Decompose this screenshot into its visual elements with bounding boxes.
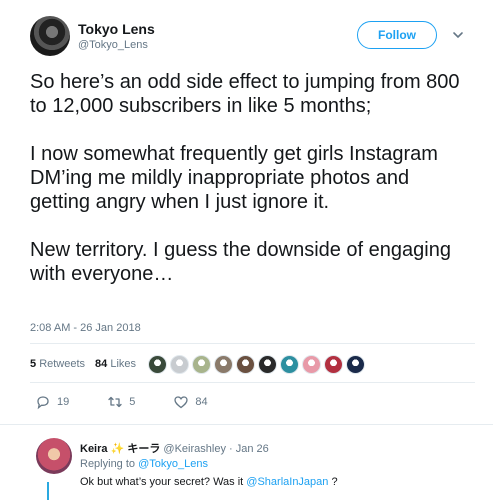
thread-line xyxy=(47,482,49,500)
retweet-icon xyxy=(108,396,122,408)
liker-avatar[interactable] xyxy=(214,355,233,374)
retweets-count: 5 xyxy=(30,358,37,370)
retweets-stat[interactable]: 5 Retweets xyxy=(30,358,85,370)
follow-button[interactable]: Follow xyxy=(357,21,437,49)
reply-count: 19 xyxy=(57,396,70,408)
liker-avatar[interactable] xyxy=(148,355,167,374)
replying-to: Replying to @Tokyo_Lens xyxy=(80,458,208,470)
chevron-down-icon[interactable] xyxy=(452,29,464,41)
tweet-paragraph: New territory. I guess the downside of e… xyxy=(30,239,451,285)
replying-to-label: Replying to xyxy=(80,458,136,470)
liker-avatar[interactable] xyxy=(280,355,299,374)
author-avatar[interactable] xyxy=(30,16,70,56)
tweet-timestamp[interactable]: 2:08 AM - 26 Jan 2018 xyxy=(30,322,141,334)
mention-link[interactable]: @SharlaInJapan xyxy=(246,476,328,488)
tweet-text: So here’s an odd side effect to jumping … xyxy=(30,70,470,286)
likes-label: Likes xyxy=(110,358,137,370)
likers-avatars xyxy=(148,355,365,374)
liker-avatar[interactable] xyxy=(302,355,321,374)
likes-stat[interactable]: 84 Likes xyxy=(95,358,136,370)
like-count: 84 xyxy=(195,396,208,408)
author-name[interactable]: Tokyo Lens xyxy=(78,21,155,37)
retweet-action[interactable]: 5 xyxy=(107,394,135,410)
reply-author-name[interactable]: Keira xyxy=(80,443,108,455)
tweet-paragraph: So here’s an odd side effect to jumping … xyxy=(30,71,460,117)
reply-action[interactable]: 19 xyxy=(35,394,69,410)
tweet-stats: 5 Retweets 84 Likes xyxy=(30,358,136,370)
reply-icon xyxy=(37,396,49,410)
retweets-label: Retweets xyxy=(39,358,86,370)
reply-text-end: ? xyxy=(331,476,338,488)
divider xyxy=(30,343,475,344)
reply-author-handle[interactable]: @Keirashley xyxy=(163,443,226,455)
reply-header: Keira ✨ キーラ @Keirashley · Jan 26 xyxy=(80,440,269,456)
liker-avatar[interactable] xyxy=(346,355,365,374)
liker-avatar[interactable] xyxy=(236,355,255,374)
like-action[interactable]: 84 xyxy=(173,394,208,410)
divider xyxy=(30,382,475,383)
liker-avatar[interactable] xyxy=(170,355,189,374)
liker-avatar[interactable] xyxy=(192,355,211,374)
replying-to-link[interactable]: @Tokyo_Lens xyxy=(138,458,208,470)
reply-text: Ok but what’s your secret? Was it @Sharl… xyxy=(80,476,338,488)
divider xyxy=(0,424,493,425)
sparkles-icon: ✨ xyxy=(110,443,125,455)
liker-avatar[interactable] xyxy=(258,355,277,374)
likes-count: 84 xyxy=(95,358,108,370)
reply-date[interactable]: · Jan 26 xyxy=(229,443,269,455)
retweet-count: 5 xyxy=(129,396,136,408)
heart-icon xyxy=(174,396,189,409)
tweet-paragraph: I now somewhat frequently get girls Inst… xyxy=(30,143,438,213)
author-handle[interactable]: @Tokyo_Lens xyxy=(78,39,148,51)
liker-avatar[interactable] xyxy=(324,355,343,374)
reply-text-body: Ok but what’s your secret? Was it xyxy=(80,476,244,488)
action-bar: 19 5 84 xyxy=(35,394,246,410)
reply-author-name-suffix[interactable]: キーラ xyxy=(127,443,160,455)
reply-avatar[interactable] xyxy=(36,438,72,474)
